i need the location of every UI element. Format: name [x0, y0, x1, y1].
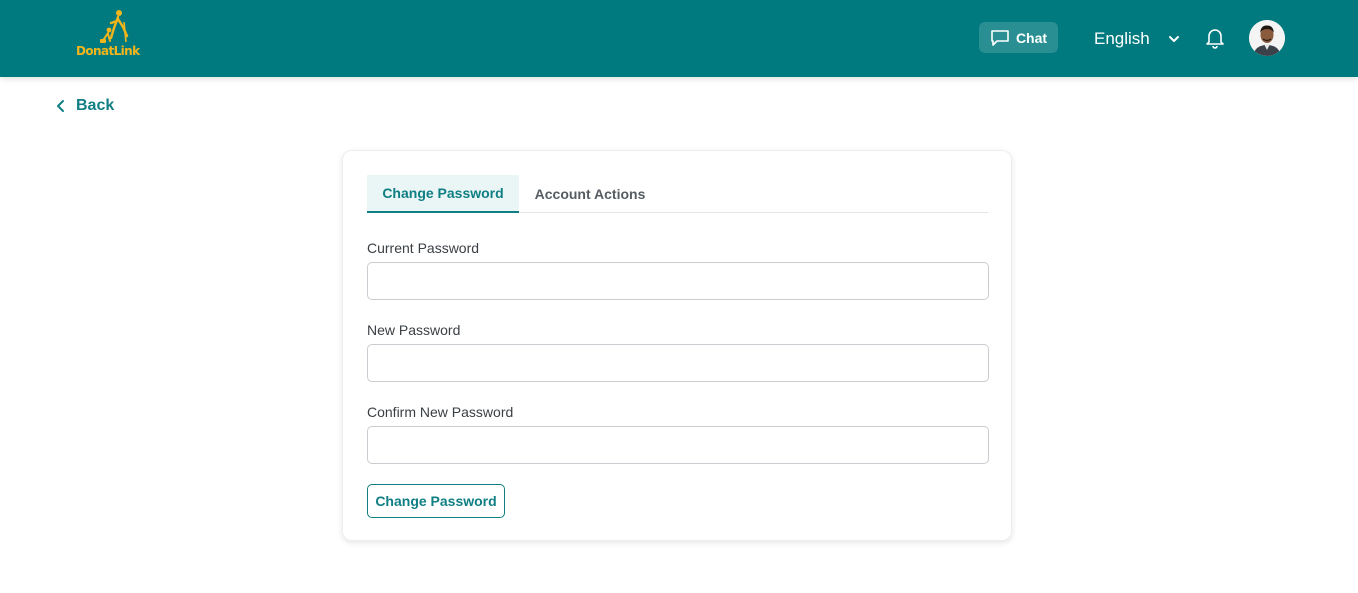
- logo-text: DonatLink: [76, 44, 140, 58]
- current-password-field[interactable]: [367, 262, 989, 300]
- logo-figure-icon: [100, 10, 129, 43]
- settings-card: Change Password Account Actions Current …: [342, 150, 1012, 541]
- tab-account-actions[interactable]: Account Actions: [519, 175, 661, 213]
- donatlink-logo[interactable]: DonatLink: [76, 8, 148, 64]
- back-link[interactable]: Back: [56, 95, 114, 117]
- new-password-label: New Password: [367, 322, 461, 338]
- notifications-button[interactable]: [1204, 26, 1226, 50]
- user-avatar[interactable]: [1249, 20, 1285, 56]
- language-label: English: [1094, 29, 1150, 48]
- change-password-button[interactable]: Change Password: [367, 484, 505, 518]
- back-label: Back: [76, 97, 115, 114]
- chat-button-label: Chat: [1015, 29, 1048, 46]
- chat-bubble-icon: [991, 29, 1009, 46]
- confirm-new-password-label: Confirm New Password: [367, 404, 514, 420]
- chevron-left-icon: [57, 100, 64, 112]
- avatar-photo: [1249, 20, 1285, 56]
- new-password-field[interactable]: [367, 344, 989, 382]
- chevron-down-icon: [1168, 36, 1179, 42]
- language-selector[interactable]: English: [1094, 28, 1180, 50]
- top-navbar: DonatLink Chat English: [0, 0, 1358, 77]
- current-password-label: Current Password: [367, 240, 480, 256]
- chat-button[interactable]: Chat: [979, 22, 1058, 53]
- tab-change-password[interactable]: Change Password: [367, 175, 519, 213]
- bell-icon: [1206, 29, 1224, 49]
- settings-tabs: Change Password Account Actions: [367, 175, 988, 213]
- confirm-new-password-field[interactable]: [367, 426, 989, 464]
